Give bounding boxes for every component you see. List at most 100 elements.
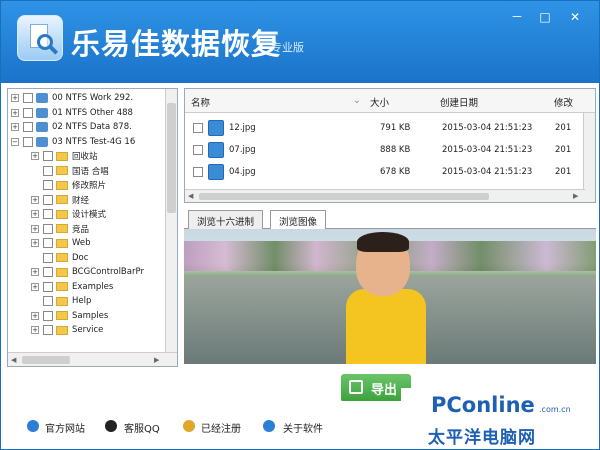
tree-folder[interactable]: + 竞品 — [31, 222, 177, 237]
file-checkbox[interactable] — [193, 167, 203, 177]
tree-folder[interactable]: + 回收站 — [31, 149, 177, 164]
drive-icon — [36, 136, 48, 147]
tree-label: 设计模式 — [72, 210, 107, 221]
tree-checkbox[interactable] — [43, 325, 53, 336]
file-modified: 201 — [555, 123, 572, 133]
tab-image-view[interactable]: 浏览图像 — [270, 210, 327, 230]
minimize-button[interactable]: － — [508, 9, 526, 25]
tree-checkbox[interactable] — [43, 180, 53, 191]
expand-icon[interactable]: + — [11, 94, 19, 103]
expand-icon[interactable]: + — [31, 268, 39, 277]
expand-icon[interactable]: + — [31, 326, 39, 335]
tree-checkbox[interactable] — [43, 252, 53, 263]
image-preview — [184, 229, 596, 364]
scroll-left-icon[interactable]: ◀ — [11, 356, 16, 364]
column-name[interactable]: 名称 — [191, 95, 210, 109]
file-size: 888 KB — [380, 145, 411, 155]
tree-label: Examples — [72, 281, 114, 292]
folder-icon — [56, 195, 68, 205]
tree-checkbox[interactable] — [43, 151, 53, 162]
expand-icon[interactable]: + — [31, 152, 39, 161]
expand-icon[interactable]: + — [31, 224, 39, 233]
about-link[interactable]: 关于软件 — [283, 420, 323, 435]
collapse-icon[interactable]: − — [11, 137, 19, 146]
tree-checkbox[interactable] — [23, 136, 33, 147]
watermark-chinese: 太平洋电脑网 — [428, 428, 536, 448]
tree-drive-3[interactable]: − 03 NTFS Test-4G 16 — [11, 135, 171, 150]
expand-icon[interactable]: + — [31, 195, 39, 204]
tree-folder[interactable]: +修改照片 — [31, 178, 177, 193]
folder-icon — [56, 224, 68, 234]
pconline-watermark: PConline .com.cn 太平洋电脑网 — [401, 388, 599, 448]
tree-folder[interactable]: + BCGControlBarPr — [31, 265, 177, 280]
tree-label: Service — [72, 325, 104, 336]
official-site-link[interactable]: 官方网站 — [45, 420, 85, 435]
tree-folder[interactable]: + 设计模式 — [31, 207, 177, 222]
tree-checkbox[interactable] — [23, 122, 33, 133]
maximize-button[interactable]: □ — [536, 9, 554, 25]
file-row[interactable]: 07.jpg 888 KB 2015-03-04 21:51:23 201 — [185, 139, 583, 161]
tree-folder[interactable]: +国语 合唱 — [31, 164, 177, 179]
tree-checkbox[interactable] — [43, 165, 53, 176]
tree-folder[interactable]: +Help — [31, 294, 177, 309]
tree-checkbox[interactable] — [23, 93, 33, 104]
watermark-brand: PConline — [431, 393, 535, 417]
registered-link[interactable]: 已经注册 — [201, 420, 241, 435]
column-created[interactable]: 创建日期 — [440, 95, 478, 109]
file-modified: 201 — [555, 145, 572, 155]
tree-checkbox[interactable] — [43, 267, 53, 278]
column-size[interactable]: 大小 — [370, 95, 389, 109]
tree-folder[interactable]: + 财经 — [31, 193, 177, 208]
scroll-thumb[interactable] — [199, 193, 489, 200]
tree-folder[interactable]: + Samples — [31, 309, 177, 324]
image-file-icon — [208, 142, 224, 158]
file-checkbox[interactable] — [193, 145, 203, 155]
tree-drive-0[interactable]: + 00 NTFS Work 292. — [11, 91, 171, 106]
sort-icon[interactable]: ⌄ — [353, 95, 361, 106]
expand-icon[interactable]: + — [11, 123, 19, 132]
edition-label: 专业版 — [271, 41, 304, 54]
scroll-thumb[interactable] — [167, 103, 176, 213]
tree-folder[interactable]: + Examples — [31, 280, 177, 295]
tree-folder[interactable]: +Doc — [31, 251, 177, 266]
tree-checkbox[interactable] — [43, 209, 53, 220]
tab-hex-view[interactable]: 浏览十六进制 — [188, 210, 264, 229]
tree-checkbox[interactable] — [43, 194, 53, 205]
file-row[interactable]: 04.jpg 678 KB 2015-03-04 21:51:23 201 — [185, 161, 583, 183]
column-modified[interactable]: 修改 — [554, 95, 573, 109]
tree-label: 03 NTFS Test-4G 16 — [52, 136, 136, 147]
expand-icon[interactable]: + — [31, 239, 39, 248]
file-row[interactable]: 12.jpg 791 KB 2015-03-04 21:51:23 201 — [185, 117, 583, 139]
tree-checkbox[interactable] — [43, 296, 53, 307]
tree-drive-1[interactable]: + 01 NTFS Other 488 — [11, 106, 171, 121]
tree-label: 国语 合唱 — [72, 166, 109, 177]
scroll-left-icon[interactable]: ◀ — [188, 192, 193, 200]
folder-icon — [56, 166, 68, 176]
tree-checkbox[interactable] — [43, 310, 53, 321]
tree-checkbox[interactable] — [43, 223, 53, 234]
expand-icon[interactable]: + — [11, 108, 19, 117]
tree-checkbox[interactable] — [43, 238, 53, 249]
tree-folder[interactable]: + Web — [31, 236, 177, 251]
tree-label: BCGControlBarPr — [72, 267, 144, 278]
expand-icon[interactable]: + — [31, 282, 39, 291]
file-name: 07.jpg — [229, 145, 256, 155]
file-horizontal-scrollbar[interactable]: ◀ ▶ — [185, 189, 585, 202]
file-checkbox[interactable] — [193, 123, 203, 133]
tree-vertical-scrollbar[interactable] — [165, 89, 177, 353]
close-button[interactable]: ✕ — [566, 9, 584, 25]
expand-icon[interactable]: + — [31, 210, 39, 219]
app-logo-icon — [17, 15, 63, 61]
support-qq-link[interactable]: 客服QQ — [124, 420, 160, 435]
folder-icon — [56, 180, 68, 190]
expand-icon[interactable]: + — [31, 311, 39, 320]
tree-horizontal-scrollbar[interactable]: ◀ ▶ — [8, 352, 177, 366]
tree-folder[interactable]: + Service — [31, 323, 177, 338]
tree-checkbox[interactable] — [43, 281, 53, 292]
scroll-thumb[interactable] — [22, 356, 70, 364]
folder-icon — [56, 253, 68, 263]
scroll-right-icon[interactable]: ▶ — [573, 192, 578, 200]
scroll-right-icon[interactable]: ▶ — [154, 356, 159, 364]
tree-drive-2[interactable]: + 02 NTFS Data 878. — [11, 120, 171, 135]
tree-checkbox[interactable] — [23, 107, 33, 118]
